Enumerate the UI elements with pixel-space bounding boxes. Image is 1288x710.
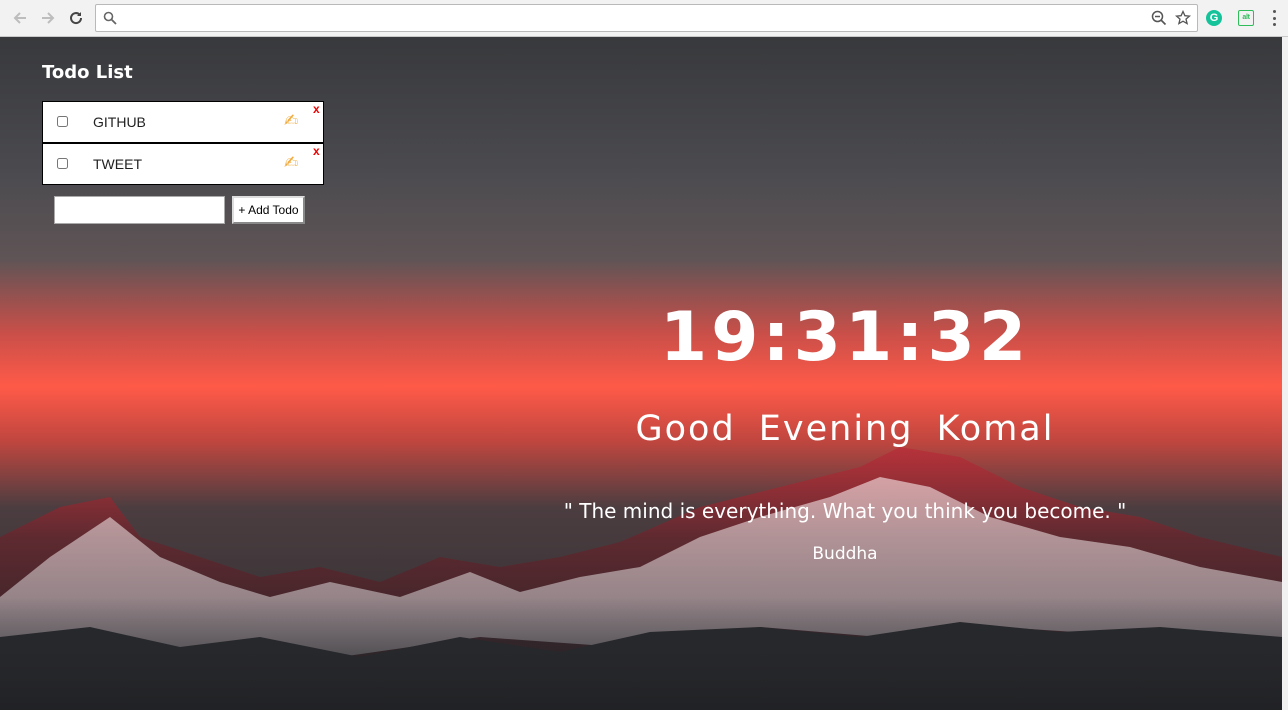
todo-checkbox[interactable] (57, 158, 68, 169)
browser-toolbar: G alt (0, 0, 1288, 37)
back-arrow-icon (13, 12, 26, 24)
todo-item-label: GITHUB (93, 114, 146, 130)
address-input[interactable] (124, 7, 1128, 31)
bookmark-star-icon[interactable] (1175, 10, 1191, 26)
forward-arrow-icon (42, 12, 55, 24)
edit-pencil-icon[interactable]: ✍ (284, 153, 298, 173)
todo-item-label: TWEET (93, 156, 142, 172)
edit-pencil-icon[interactable]: ✍ (284, 111, 298, 131)
delete-todo-button[interactable]: x (313, 102, 320, 116)
browser-menu-icon[interactable] (1270, 10, 1278, 26)
delete-todo-button[interactable]: x (313, 144, 320, 158)
reload-icon (70, 12, 83, 25)
quote-text: " The mind is everything. What you think… (563, 499, 1127, 523)
search-icon (103, 11, 117, 25)
reload-button[interactable] (64, 7, 88, 29)
back-button[interactable] (8, 7, 32, 29)
forward-button[interactable] (36, 7, 60, 29)
quote-author: Buddha (812, 544, 878, 564)
new-todo-input[interactable] (54, 196, 225, 224)
todo-item: GITHUB ✍ x (42, 101, 324, 143)
greeting-text: Good Evening Komal (635, 409, 1055, 449)
add-todo-button[interactable]: + Add Todo (232, 196, 305, 224)
grammarly-extension-icon[interactable]: G (1206, 10, 1222, 26)
todo-list-title: Todo List (42, 62, 133, 83)
todo-item: TWEET ✍ x (42, 143, 324, 185)
zoom-out-icon[interactable] (1151, 10, 1167, 26)
alt-extension-icon[interactable]: alt (1238, 10, 1254, 26)
clock-time: 19:31:32 (659, 298, 1031, 377)
todo-checkbox[interactable] (57, 116, 68, 127)
address-bar[interactable] (95, 4, 1198, 32)
scrollbar-track[interactable] (1282, 37, 1288, 710)
page-viewport: Todo List GITHUB ✍ x TWEET ✍ x + Add Tod… (0, 37, 1282, 710)
todo-list: GITHUB ✍ x TWEET ✍ x (42, 101, 324, 185)
